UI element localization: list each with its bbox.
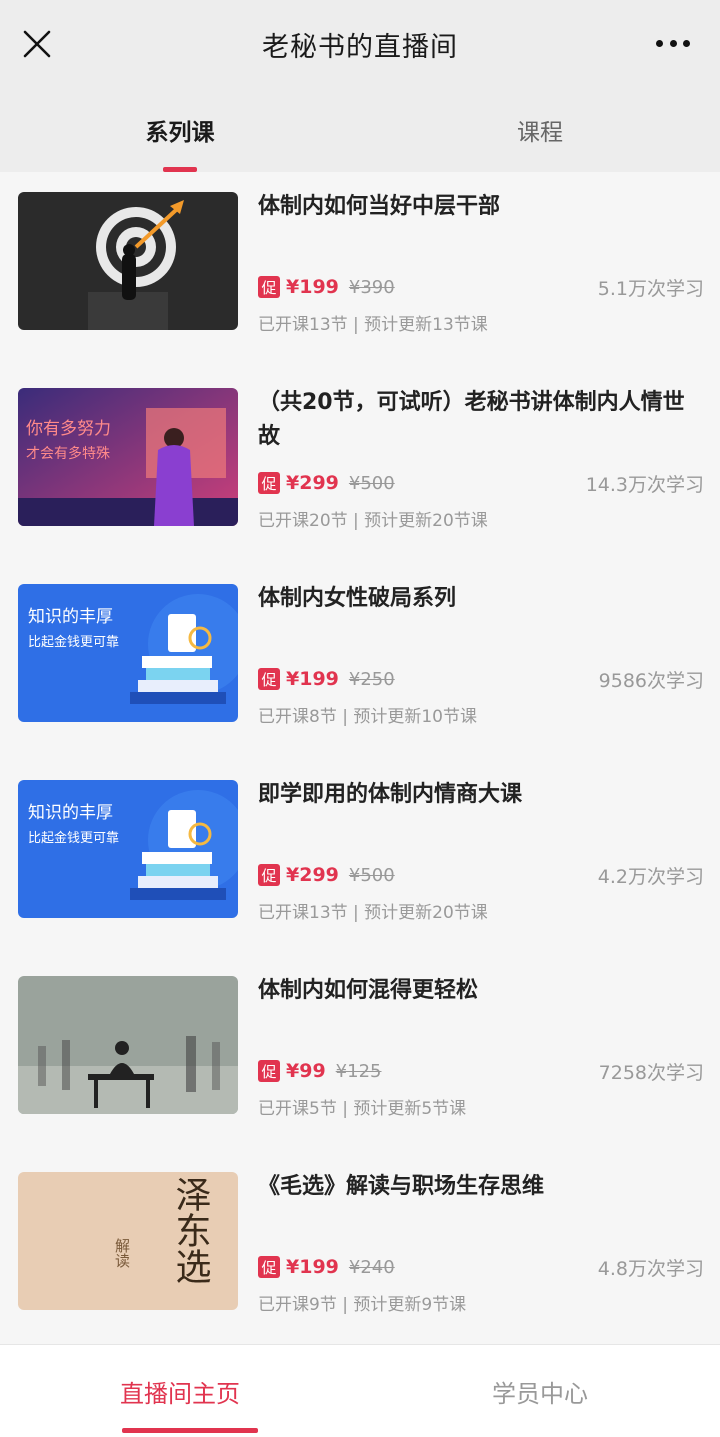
course-progress: 已开课5节 | 预计更新5节课	[258, 1099, 467, 1119]
thumb-slogan-2: 比起金钱更可靠	[28, 830, 119, 846]
course-title: 体制内如何当好中层干部	[258, 194, 501, 219]
nav-live-room-home[interactable]: 直播间主页	[0, 1345, 360, 1437]
more-options-icon[interactable]	[656, 36, 690, 50]
course-progress: 已开课8节 | 预计更新10节课	[258, 707, 477, 727]
sale-price: ¥299	[286, 864, 339, 886]
course-thumbnail	[18, 192, 238, 330]
tab-courses[interactable]: 课程	[360, 88, 720, 172]
course-title: 即学即用的体制内情商大课	[258, 782, 523, 807]
price-row: 促 ¥199 ¥240 4.8万次学习	[258, 1254, 704, 1280]
course-thumbnail: 你有多努力 才会有多特殊	[18, 388, 238, 526]
sale-price: ¥299	[286, 472, 339, 494]
price-row: 促 ¥299 ¥500 4.2万次学习	[258, 862, 704, 888]
course-card[interactable]: 体制内如何混得更轻松 促 ¥99 ¥125 7258次学习 已开课5节 | 预计…	[0, 956, 720, 1152]
course-list: 体制内如何当好中层干部 促 ¥199 ¥390 5.1万次学习 已开课13节 |…	[0, 172, 720, 1344]
course-card[interactable]: 知识的丰厚 比起金钱更可靠 即学即用的体制内情商大课 促 ¥299 ¥500 4…	[0, 760, 720, 956]
price-row: 促 ¥199 ¥250 9586次学习	[258, 666, 704, 692]
tab-series[interactable]: 系列课	[0, 88, 360, 172]
course-card[interactable]: 解读 泽东选 《毛选》解读与职场生存思维 促 ¥199 ¥240 4.8万次学习…	[0, 1152, 720, 1344]
course-title: （共20节，可试听）老秘书讲体制内人情世故	[258, 390, 685, 449]
original-price: ¥125	[335, 1060, 382, 1082]
course-progress: 已开课13节 | 预计更新13节课	[258, 315, 488, 335]
price-row: 促 ¥299 ¥500 14.3万次学习	[258, 470, 704, 496]
course-thumbnail	[18, 976, 238, 1114]
course-progress: 已开课13节 | 预计更新20节课	[258, 903, 488, 923]
sale-price: ¥199	[286, 276, 339, 298]
course-thumbnail: 知识的丰厚 比起金钱更可靠	[18, 584, 238, 722]
price-row: 促 ¥99 ¥125 7258次学习	[258, 1058, 704, 1084]
original-price: ¥500	[348, 472, 395, 494]
learner-count: 14.3万次学习	[585, 473, 704, 496]
course-thumbnail: 解读 泽东选	[18, 1172, 238, 1310]
nav-student-center[interactable]: 学员中心	[360, 1345, 720, 1437]
price-row: 促 ¥199 ¥390 5.1万次学习	[258, 274, 704, 300]
course-progress: 已开课9节 | 预计更新9节课	[258, 1295, 467, 1315]
promo-badge: 促	[258, 472, 280, 494]
course-title: 体制内如何混得更轻松	[258, 978, 479, 1003]
course-title: 体制内女性破局系列	[258, 586, 457, 611]
bottom-nav: 直播间主页 学员中心	[0, 1344, 720, 1437]
thumb-label: 解读	[113, 1238, 131, 1268]
tab-bar: 系列课 课程	[0, 88, 720, 172]
sale-price: ¥99	[286, 1060, 326, 1082]
thumb-slogan-2: 才会有多特殊	[26, 445, 110, 462]
thumb-slogan-1: 知识的丰厚	[28, 803, 113, 823]
learner-count: 5.1万次学习	[597, 277, 704, 300]
course-card[interactable]: 体制内如何当好中层干部 促 ¥199 ¥390 5.1万次学习 已开课13节 |…	[0, 172, 720, 368]
promo-badge: 促	[258, 668, 280, 690]
original-price: ¥240	[348, 1256, 395, 1278]
course-title: 《毛选》解读与职场生存思维	[258, 1174, 545, 1199]
thumb-slogan-1: 你有多努力	[26, 419, 111, 439]
promo-badge: 促	[258, 1256, 280, 1278]
promo-badge: 促	[258, 864, 280, 886]
original-price: ¥390	[348, 276, 395, 298]
page-title: 老秘书的直播间	[262, 31, 458, 63]
close-icon[interactable]	[20, 27, 54, 61]
course-card[interactable]: 你有多努力 才会有多特殊 （共20节，可试听）老秘书讲体制内人情世故 促 ¥29…	[0, 368, 720, 564]
thumb-calligraphy: 泽东选	[170, 1176, 211, 1284]
thumb-slogan-2: 比起金钱更可靠	[28, 634, 119, 650]
learner-count: 7258次学习	[598, 1061, 704, 1084]
thumb-slogan-1: 知识的丰厚	[28, 607, 113, 627]
learner-count: 4.2万次学习	[597, 865, 704, 888]
learner-count: 4.8万次学习	[597, 1257, 704, 1280]
promo-badge: 促	[258, 276, 280, 298]
original-price: ¥250	[348, 668, 395, 690]
sale-price: ¥199	[286, 668, 339, 690]
course-thumbnail: 知识的丰厚 比起金钱更可靠	[18, 780, 238, 918]
learner-count: 9586次学习	[598, 669, 704, 692]
promo-badge: 促	[258, 1060, 280, 1082]
original-price: ¥500	[348, 864, 395, 886]
course-card[interactable]: 知识的丰厚 比起金钱更可靠 体制内女性破局系列 促 ¥199 ¥250 9586…	[0, 564, 720, 760]
course-progress: 已开课20节 | 预计更新20节课	[258, 511, 488, 531]
top-bar: 老秘书的直播间	[0, 0, 720, 88]
sale-price: ¥199	[286, 1256, 339, 1278]
